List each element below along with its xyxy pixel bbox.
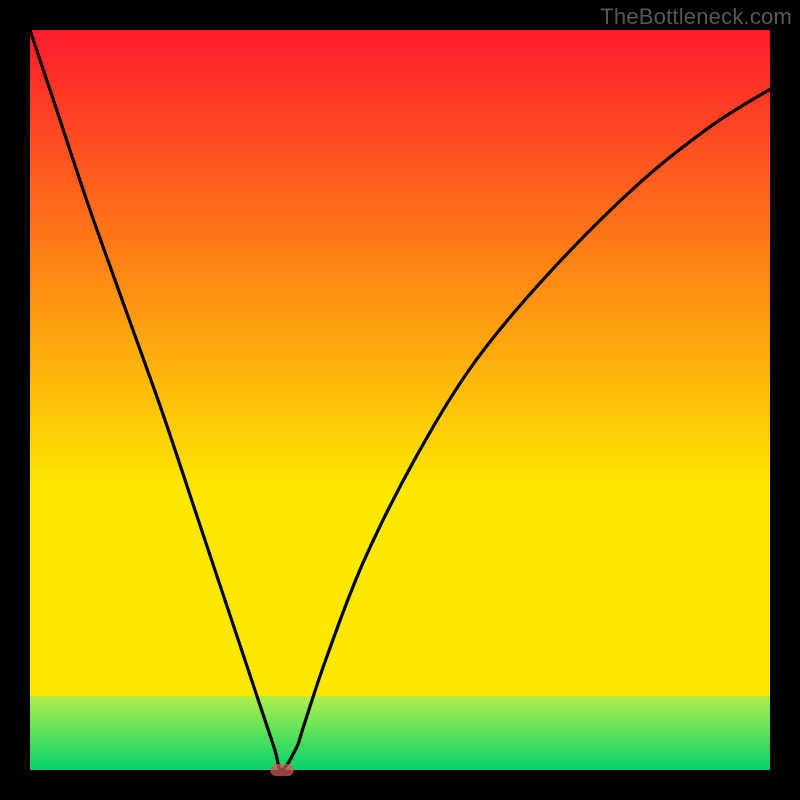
bottleneck-chart [30, 30, 770, 770]
watermark-text: TheBottleneck.com [600, 4, 792, 30]
gradient-background [30, 30, 770, 770]
optimal-marker [270, 764, 294, 776]
chart-frame [30, 30, 770, 770]
